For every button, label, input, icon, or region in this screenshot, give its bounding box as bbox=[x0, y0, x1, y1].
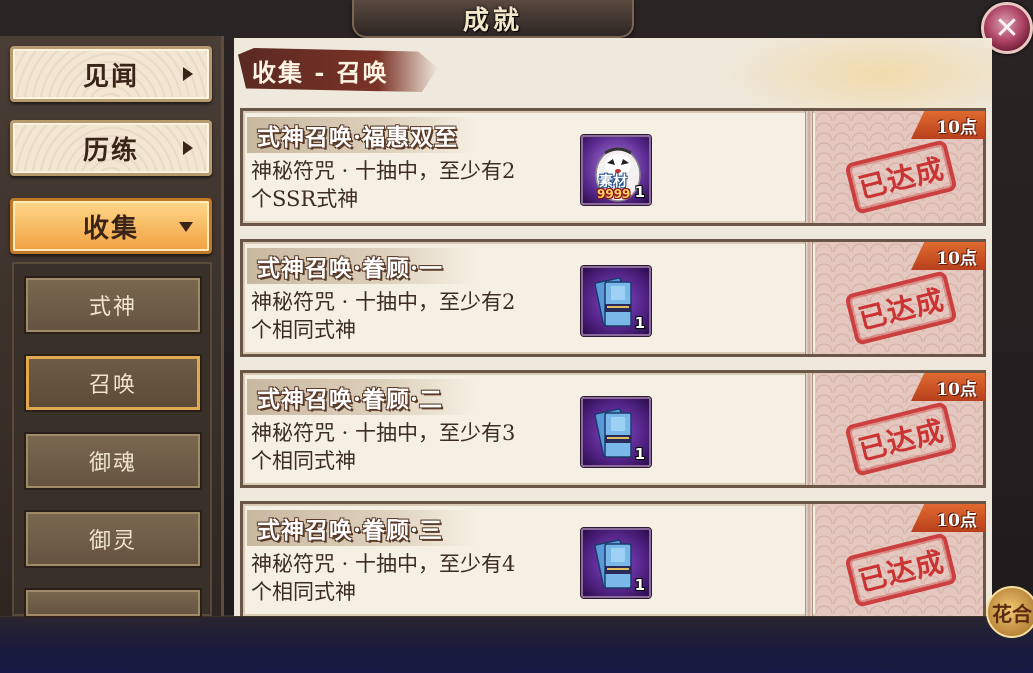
achievement-description: 神秘符咒 · 十抽中，至少有4 个相同式神 bbox=[251, 550, 581, 606]
reward-count: 1 bbox=[634, 183, 645, 201]
reward-count: 1 bbox=[634, 445, 645, 463]
sub-item-shishen[interactable]: 式神 bbox=[24, 276, 202, 334]
hanafuda-emblem-button[interactable]: 花合 bbox=[986, 586, 1033, 638]
sub-item-label: 御灵 bbox=[88, 529, 137, 554]
status-text: 已达成 bbox=[855, 413, 948, 467]
description-line: 个相同式神 bbox=[251, 580, 356, 604]
reward-item[interactable]: 1 bbox=[581, 397, 651, 467]
status-text: 已达成 bbox=[855, 544, 948, 598]
card-status-area: 10点 已达成 bbox=[815, 373, 985, 485]
card-status-area: 10点 已达成 bbox=[815, 111, 985, 223]
card-divider bbox=[805, 504, 813, 616]
points-tag: 10点 bbox=[911, 242, 985, 270]
sub-item-yuling[interactable]: 御灵 bbox=[24, 510, 202, 568]
sub-item-yuhun[interactable]: 御魂 bbox=[24, 432, 202, 490]
mystery-amulet-icon bbox=[594, 277, 632, 327]
description-line: 神秘符咒 · 十抽中，至少有2 bbox=[251, 290, 516, 314]
card-divider bbox=[805, 242, 813, 354]
material-quantity: 9999 bbox=[597, 187, 631, 201]
achievement-title: 式神召唤·眷顾·二 bbox=[257, 386, 444, 413]
sidebar-item-jianwen[interactable]: 见闻 bbox=[10, 46, 212, 102]
sidebar-item-lilian[interactable]: 历练 bbox=[10, 120, 212, 176]
achievement-title: 式神召唤·眷顾·一 bbox=[257, 255, 444, 282]
sub-item-label: 召唤 bbox=[88, 373, 137, 398]
achievement-list-panel[interactable]: 收集 - 召唤 式神召唤·福惠双至 神秘符咒 · 十抽中，至少有2 个SSR式神 bbox=[234, 38, 992, 616]
window-title: 成就 bbox=[462, 5, 523, 36]
card-status-area: 10点 已达成 bbox=[815, 504, 985, 616]
card-info: 式神召唤·眷顾·三 神秘符咒 · 十抽中，至少有4 个相同式神 1 bbox=[243, 504, 803, 616]
completed-stamp: 已达成 bbox=[844, 270, 958, 346]
chevron-right-icon bbox=[183, 141, 193, 155]
points-value: 10点 bbox=[936, 117, 977, 138]
achievement-card[interactable]: 式神召唤·福惠双至 神秘符咒 · 十抽中，至少有2 个SSR式神 素材 9999… bbox=[240, 108, 986, 226]
completed-stamp: 已达成 bbox=[844, 532, 958, 608]
sub-menu-panel: 式神 召唤 御魂 御灵 bbox=[12, 262, 212, 618]
title-plate: 成就 bbox=[352, 0, 634, 38]
achievement-description: 神秘符咒 · 十抽中，至少有2 个相同式神 bbox=[251, 288, 581, 344]
card-title-band: 式神召唤·眷顾·一 bbox=[247, 248, 477, 284]
description-line: 个SSR式神 bbox=[251, 187, 359, 211]
card-info: 式神召唤·福惠双至 神秘符咒 · 十抽中，至少有2 个SSR式神 素材 9999… bbox=[243, 111, 803, 223]
achievement-card[interactable]: 式神召唤·眷顾·一 神秘符咒 · 十抽中，至少有2 个相同式神 1 10点 已达… bbox=[240, 239, 986, 357]
points-tag: 10点 bbox=[911, 504, 985, 532]
chevron-down-icon bbox=[179, 222, 193, 232]
description-line: 个相同式神 bbox=[251, 449, 356, 473]
status-text: 已达成 bbox=[855, 282, 948, 336]
status-text: 已达成 bbox=[855, 151, 948, 205]
card-status-area: 10点 已达成 bbox=[815, 242, 985, 354]
reward-item[interactable]: 1 bbox=[581, 266, 651, 336]
card-divider bbox=[805, 373, 813, 485]
sub-item-zhaohuan[interactable]: 召唤 bbox=[24, 354, 202, 412]
achievement-card[interactable]: 式神召唤·眷顾·三 神秘符咒 · 十抽中，至少有4 个相同式神 1 10点 已达… bbox=[240, 501, 986, 616]
achievement-description: 神秘符咒 · 十抽中，至少有2 个SSR式神 bbox=[251, 157, 581, 213]
card-info: 式神召唤·眷顾·一 神秘符咒 · 十抽中，至少有2 个相同式神 1 bbox=[243, 242, 803, 354]
card-title-band: 式神召唤·眷顾·二 bbox=[247, 379, 477, 415]
sidebar-item-label: 收集 bbox=[82, 213, 139, 244]
completed-stamp: 已达成 bbox=[844, 139, 958, 215]
achievement-description: 神秘符咒 · 十抽中，至少有3 个相同式神 bbox=[251, 419, 581, 475]
points-tag: 10点 bbox=[911, 111, 985, 139]
card-title-band: 式神召唤·福惠双至 bbox=[247, 117, 477, 153]
sidebar-item-shouji[interactable]: 收集 bbox=[10, 198, 212, 254]
points-value: 10点 bbox=[936, 379, 977, 400]
points-value: 10点 bbox=[936, 248, 977, 269]
points-tag: 10点 bbox=[911, 373, 985, 401]
reward-count: 1 bbox=[634, 576, 645, 594]
mystery-amulet-icon bbox=[594, 408, 632, 458]
description-line: 个相同式神 bbox=[251, 318, 356, 342]
description-line: 神秘符咒 · 十抽中，至少有2 bbox=[251, 159, 516, 183]
mystery-amulet-icon bbox=[594, 539, 632, 589]
sidebar-item-label: 见闻 bbox=[82, 61, 139, 92]
card-divider bbox=[805, 111, 813, 223]
section-title: 收集 - 召唤 bbox=[252, 57, 389, 87]
description-line: 神秘符咒 · 十抽中，至少有3 bbox=[251, 421, 516, 445]
emblem-label: 花合 bbox=[992, 601, 1032, 626]
reward-count: 1 bbox=[634, 314, 645, 332]
sub-item-partial[interactable] bbox=[24, 588, 202, 618]
reward-item[interactable]: 素材 9999 1 bbox=[581, 135, 651, 205]
achievement-title: 式神召唤·福惠双至 bbox=[257, 124, 459, 151]
sidebar: 见闻 历练 收集 式神 召唤 御魂 御灵 bbox=[0, 36, 224, 618]
reward-item[interactable]: 1 bbox=[581, 528, 651, 598]
points-value: 10点 bbox=[936, 510, 977, 531]
completed-stamp: 已达成 bbox=[844, 401, 958, 477]
achievement-card[interactable]: 式神召唤·眷顾·二 神秘符咒 · 十抽中，至少有3 个相同式神 1 10点 已达… bbox=[240, 370, 986, 488]
sub-item-label: 式神 bbox=[88, 295, 137, 320]
sub-item-label: 御魂 bbox=[88, 451, 137, 476]
achievement-title: 式神召唤·眷顾·三 bbox=[257, 517, 444, 544]
bottom-bar bbox=[0, 615, 1033, 673]
description-line: 神秘符咒 · 十抽中，至少有4 bbox=[251, 552, 516, 576]
sidebar-item-label: 历练 bbox=[82, 135, 139, 166]
card-info: 式神召唤·眷顾·二 神秘符咒 · 十抽中，至少有3 个相同式神 1 bbox=[243, 373, 803, 485]
card-title-band: 式神召唤·眷顾·三 bbox=[247, 510, 477, 546]
chevron-right-icon bbox=[183, 67, 193, 81]
section-header: 收集 - 召唤 bbox=[238, 48, 438, 92]
close-icon: ✕ bbox=[994, 10, 1020, 46]
